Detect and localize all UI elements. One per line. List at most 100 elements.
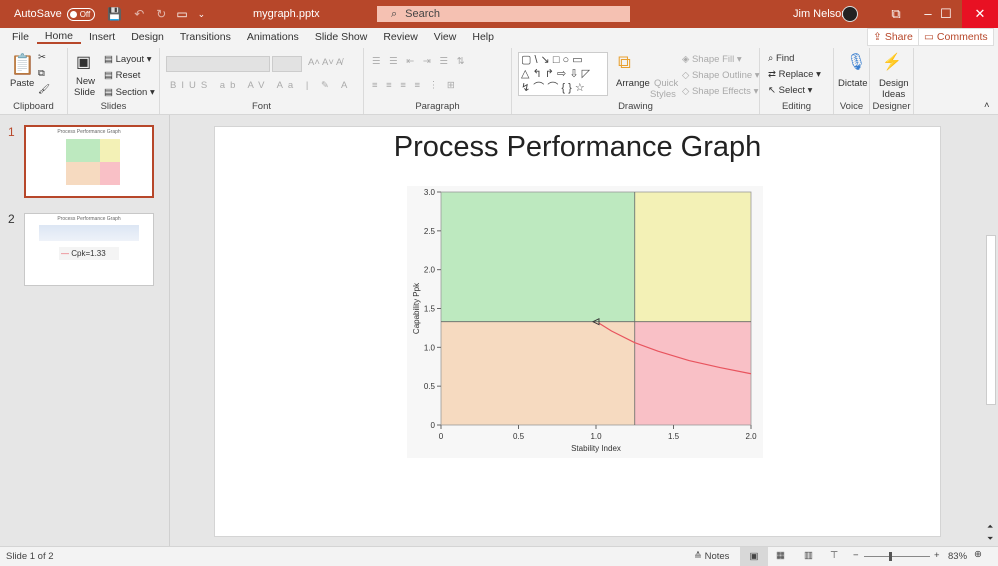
present-icon[interactable]: ▭: [176, 7, 187, 21]
redo-icon[interactable]: ↻: [156, 7, 166, 21]
arrange-button[interactable]: Arrange: [616, 78, 650, 89]
comments-button[interactable]: ▭ Comments: [918, 28, 994, 46]
normal-view-icon[interactable]: ▣: [740, 547, 768, 566]
find-button[interactable]: ⌕ Find: [768, 53, 794, 64]
search-icon: ⌕: [391, 7, 398, 20]
tab-home[interactable]: Home: [36, 30, 81, 44]
share-label: Share: [884, 31, 913, 43]
design-ideas-label[interactable]: Ideas: [882, 89, 905, 100]
drawing-label: Drawing: [618, 101, 653, 112]
y-tick-label: 0.5: [424, 382, 436, 391]
slide-title[interactable]: Process Performance Graph: [215, 131, 940, 164]
font-size-select[interactable]: [272, 56, 302, 72]
ribbon-display-icon[interactable]: ⧉: [880, 0, 912, 28]
font-label: Font: [251, 101, 271, 112]
share-button[interactable]: ⇪ Share: [867, 28, 919, 46]
tab-help[interactable]: Help: [464, 31, 502, 43]
slide-thumbnail-1[interactable]: Process Performance Graph: [24, 125, 154, 198]
design-ideas-icon[interactable]: ⚡: [882, 52, 902, 72]
avatar[interactable]: [842, 6, 858, 22]
section-button[interactable]: ▤ Section ▾: [104, 87, 155, 98]
tab-view[interactable]: View: [426, 31, 465, 43]
format-painter-icon[interactable]: 🖌: [38, 84, 50, 95]
new-slide-label[interactable]: Slide: [74, 87, 95, 98]
slide-number: 1: [8, 125, 15, 139]
customize-qat-icon[interactable]: ⌄: [198, 9, 206, 20]
quick-styles-label[interactable]: Styles: [650, 89, 676, 100]
layout-button[interactable]: ▤ Layout ▾: [104, 54, 152, 65]
reading-view-icon[interactable]: ▥: [804, 550, 813, 561]
font-size-icons[interactable]: A˄ A˅ A̸: [308, 57, 342, 68]
fit-to-window-icon[interactable]: ⊕: [974, 549, 982, 560]
undo-icon[interactable]: ↶: [134, 7, 144, 21]
editing-group: ⌕ Find ⇄ Replace ▾ ↖ Select ▾ Editing: [760, 48, 834, 114]
tab-slide-show[interactable]: Slide Show: [307, 31, 376, 43]
align-icons[interactable]: ≡ ≡ ≡ ≡ ⋮ ⊞: [372, 80, 458, 91]
new-slide-icon[interactable]: ▣: [76, 52, 91, 72]
autosave-state: Off: [79, 9, 91, 19]
ribbon-tabs: File Home Insert Design Transitions Anim…: [0, 28, 998, 46]
autosave-toggle[interactable]: Off: [66, 7, 96, 21]
dictate-button[interactable]: Dictate: [838, 78, 868, 89]
tab-design[interactable]: Design: [123, 31, 172, 43]
previous-slide-icon[interactable]: ⏶: [987, 522, 993, 532]
thumbnail-pane: 1 Process Performance Graph 2 Process Pe…: [0, 115, 170, 546]
notes-button[interactable]: ≙ Notes: [694, 551, 729, 562]
tab-file[interactable]: File: [0, 31, 37, 43]
zoom-out-button[interactable]: −: [853, 550, 859, 561]
replace-button[interactable]: ⇄ Replace ▾: [768, 69, 821, 80]
microphone-icon[interactable]: 🎙: [846, 52, 866, 72]
font-name-select[interactable]: [166, 56, 270, 72]
zoom-level[interactable]: 83%: [948, 551, 967, 562]
list-icons[interactable]: ☰ ☰ ⇤ ⇥ ☰ ⇅: [372, 56, 468, 67]
slide-thumbnail-2[interactable]: Process Performance Graph — Cpk=1.33: [24, 213, 154, 286]
share-icon: ⇪: [873, 31, 882, 43]
cut-icon[interactable]: ✂: [38, 52, 46, 63]
arrange-icon[interactable]: ⧉: [618, 52, 631, 73]
chart[interactable]: 0 0.5 1.0 1.5 2.0 0 0.5 1.0 1.5 2.0 2.5 3.0 Stabilit…: [407, 186, 763, 458]
select-button[interactable]: ↖ Select ▾: [768, 85, 812, 96]
layout-label: Layout: [115, 54, 145, 65]
zoom-slider-thumb[interactable]: [889, 552, 892, 561]
new-slide-button[interactable]: New: [76, 76, 95, 87]
slide-sorter-icon[interactable]: ▦: [776, 550, 785, 561]
paragraph-label: Paragraph: [415, 101, 460, 112]
zoom-in-button[interactable]: +: [934, 550, 940, 561]
reset-button[interactable]: ▤ Reset: [104, 70, 140, 81]
x-tick-label: 0: [439, 432, 444, 441]
thumbnail-title: Process Performance Graph: [57, 216, 121, 222]
file-name[interactable]: mygraph.pptx: [253, 8, 320, 20]
next-slide-icon[interactable]: ⏷: [987, 534, 993, 544]
replace-label: Replace: [778, 69, 814, 80]
collapse-ribbon-icon[interactable]: ˄: [984, 100, 990, 111]
slide-canvas[interactable]: Process Performance Graph 0 0.5 1.0 1.5 2.0 0…: [214, 126, 941, 537]
tab-transitions[interactable]: Transitions: [172, 31, 239, 43]
zoom-slider[interactable]: [864, 552, 930, 561]
font-format-icons[interactable]: BIUS ab AV Aa | ✎ A: [170, 80, 352, 91]
clipboard-group: 📋 Paste ✂ ⧉ 🖌 Clipboard: [0, 48, 68, 114]
search-input[interactable]: ⌕ Search: [377, 6, 630, 22]
search-placeholder: Search: [405, 8, 441, 20]
quick-styles-button[interactable]: Quick: [654, 78, 678, 89]
y-axis-label: Capability Ppk: [412, 282, 421, 334]
section-label: Section: [115, 87, 148, 98]
tab-review[interactable]: Review: [375, 31, 425, 43]
shape-fill-button[interactable]: ◈ Shape Fill ▾: [682, 54, 742, 65]
x-tick-label: 1.5: [668, 432, 680, 441]
tab-animations[interactable]: Animations: [239, 31, 307, 43]
tab-insert[interactable]: Insert: [81, 31, 123, 43]
design-ideas-button[interactable]: Design: [879, 78, 909, 89]
maximize-button[interactable]: ☐: [930, 0, 962, 28]
shape-effects-button[interactable]: ◇ Shape Effects ▾: [682, 86, 758, 97]
save-icon[interactable]: 💾: [107, 7, 122, 21]
vertical-scrollbar[interactable]: ⏶ ⏷: [985, 115, 997, 546]
paste-button[interactable]: Paste: [10, 78, 34, 89]
scroll-thumb[interactable]: [986, 235, 996, 405]
shape-outline-button[interactable]: ◇ Shape Outline ▾: [682, 70, 760, 81]
close-button[interactable]: ✕: [962, 0, 998, 28]
paste-icon[interactable]: 📋: [10, 52, 35, 77]
x-tick-label: 2.0: [745, 432, 757, 441]
copy-icon[interactable]: ⧉: [38, 68, 45, 79]
slideshow-icon[interactable]: ⊤: [830, 550, 838, 561]
shapes-gallery[interactable]: ▢ \ ↘ □ ○ ▭ △ ↰ ↱ ⇨ ⇩ ◸ ↯ ⌒ ⌒ { } ☆: [518, 52, 608, 96]
